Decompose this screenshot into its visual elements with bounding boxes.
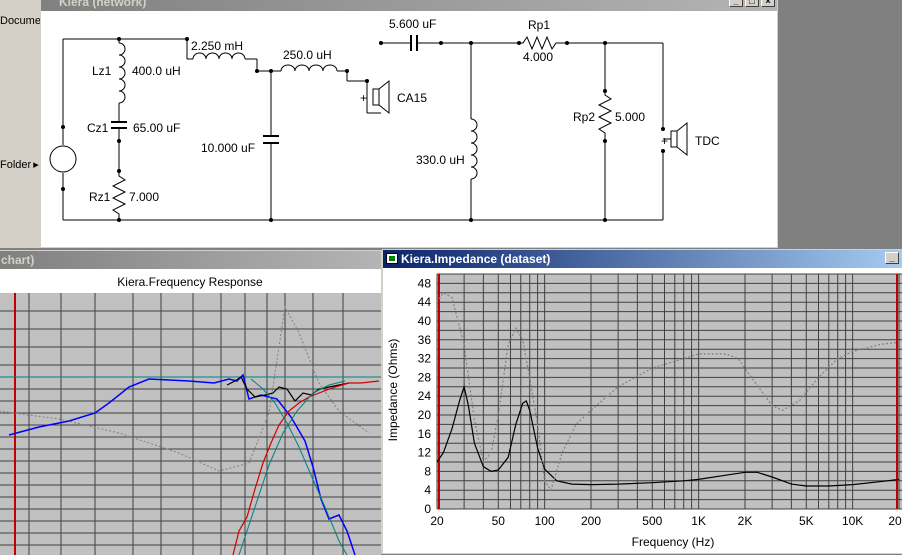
x-tick-label: 2K	[738, 514, 753, 528]
frequency-response-plot	[0, 293, 381, 555]
y-tick-label: 36	[418, 333, 432, 347]
lz1-value: 400.0 uH	[132, 64, 181, 78]
y-tick-label: 28	[418, 370, 432, 384]
y-tick-label: 44	[418, 295, 432, 309]
rp2-value: 5.000	[615, 110, 645, 124]
frequency-response-window-title: chart)	[1, 253, 35, 267]
impedance-minimize-button[interactable]: _	[885, 252, 899, 264]
x-tick-label: 1K	[691, 514, 706, 528]
tdc-label: TDC	[695, 134, 720, 148]
schematic: Lz1 400.0 uH Cz1 65.00 uF Rz1 7.000 2.25…	[49, 17, 720, 222]
frequency-response-window: chart) Kiera.Frequency Response	[0, 250, 382, 555]
lz1-label: Lz1	[92, 64, 112, 78]
frequency-response-chart-title: Kiera.Frequency Response	[0, 269, 381, 293]
l1-value: 2.250 mH	[191, 39, 243, 53]
sidebar-item-folder[interactable]: Folder ▸	[0, 158, 39, 171]
tdc-plus: +	[661, 134, 668, 148]
x-axis-label: Frequency (Hz)	[632, 535, 715, 549]
impedance-plot-area	[437, 274, 902, 509]
network-window-title: Kiera (network)	[59, 0, 147, 9]
c1-value: 10.000 uF	[201, 141, 255, 155]
y-axis-label: Impedance (Ohms)	[386, 339, 400, 442]
x-tick-label: 20	[430, 514, 444, 528]
cz1-label: Cz1	[87, 121, 109, 135]
rz1-label: Rz1	[89, 190, 111, 204]
window-app-icon	[386, 253, 398, 264]
impedance-chart: 04812162024283236404448 20 50 100 200 500 1K 2…	[386, 273, 902, 549]
rz1-value: 7.000	[129, 190, 159, 204]
x-tick-label: 500	[642, 514, 662, 528]
explorer-sidebar: Docume Folder ▸	[0, 0, 41, 248]
y-tick-label: 16	[418, 427, 432, 441]
y-tick-label: 20	[418, 408, 432, 422]
x-tick-label: 100	[535, 514, 555, 528]
network-window-titlebar[interactable]: Kiera (network) _ □ ×	[41, 0, 777, 11]
x-tick-label: 200	[581, 514, 601, 528]
y-tick-label: 12	[418, 446, 432, 460]
ca15-label: CA15	[397, 91, 427, 105]
c2-value: 5.600 uF	[389, 17, 436, 31]
y-tick-label: 40	[418, 314, 432, 328]
rp1-label: Rp1	[528, 18, 550, 32]
impedance-window-title: Kiera.Impedance (dataset)	[401, 252, 551, 266]
x-tick-label: 10K	[842, 514, 863, 528]
x-tick-label: 20K	[888, 514, 902, 528]
y-tick-label: 8	[424, 464, 431, 478]
cz1-value: 65.00 uF	[133, 121, 180, 135]
frequency-response-titlebar[interactable]: chart)	[0, 251, 381, 269]
ca15-plus: +	[360, 91, 367, 105]
y-tick-label: 4	[424, 483, 431, 497]
close-button[interactable]: ×	[761, 0, 775, 7]
x-tick-label: 5K	[799, 514, 814, 528]
sidebar-item-arrow-icon: ▸	[33, 159, 39, 171]
l3-value: 330.0 uH	[416, 153, 465, 167]
x-tick-label: 50	[492, 514, 506, 528]
network-window: Kiera (network) _ □ × Lz1 400.0 uH Cz1 6…	[40, 0, 778, 248]
maximize-button[interactable]: □	[745, 0, 759, 7]
rp2-label: Rp2	[573, 110, 595, 124]
rp1-value: 4.000	[523, 50, 553, 64]
y-tick-label: 32	[418, 352, 432, 366]
l2-value: 250.0 uH	[283, 48, 332, 62]
sidebar-item-documents[interactable]: Docume	[0, 15, 41, 27]
source-icon	[49, 145, 77, 173]
impedance-window-titlebar[interactable]: Kiera.Impedance (dataset) _	[383, 250, 902, 268]
minimize-button[interactable]: _	[729, 0, 743, 7]
impedance-window: Kiera.Impedance (dataset) _ 0 4 8 12 16 20 24 2…	[382, 249, 902, 554]
y-tick-label: 24	[418, 389, 432, 403]
y-tick-label: 48	[418, 276, 432, 290]
